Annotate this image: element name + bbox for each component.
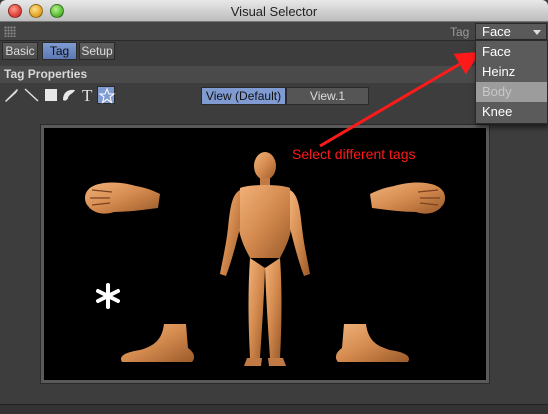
menu-item-knee[interactable]: Knee: [476, 102, 547, 122]
menu-item-heinz[interactable]: Heinz: [476, 62, 547, 82]
annotation-arrow-icon: [319, 51, 481, 148]
status-bar: [0, 404, 548, 414]
visual-selector-window: Visual Selector Tag Face Basic Tag Setup…: [0, 0, 548, 414]
menu-item-face[interactable]: Face: [476, 42, 547, 62]
menu-item-body[interactable]: Body: [476, 82, 547, 102]
annotation-label: Select different tags: [292, 146, 416, 162]
tag-dropdown-menu: Face Heinz Body Knee: [475, 40, 548, 124]
